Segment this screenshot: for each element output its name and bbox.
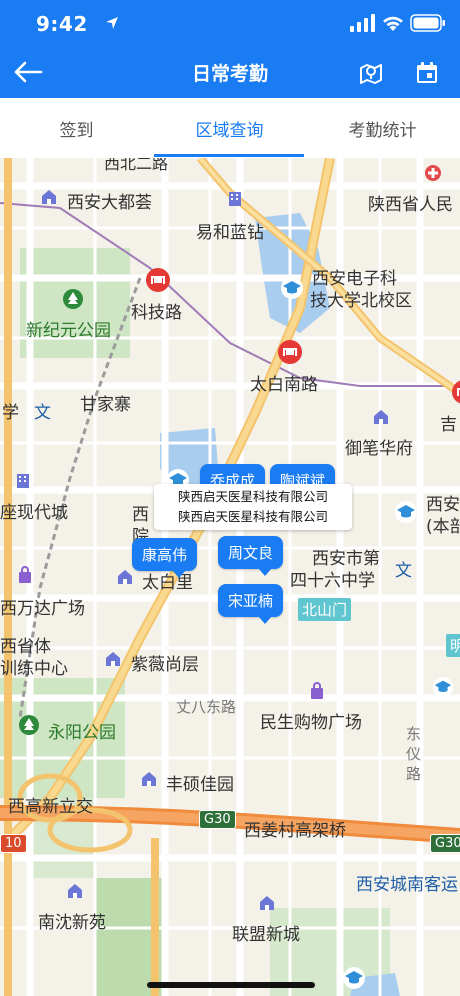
wifi-icon — [383, 16, 403, 31]
map-label: 丰硕佳园 — [166, 775, 234, 795]
tab-area-query[interactable]: 区域查询 — [153, 98, 306, 158]
map-label: 甘家寨 — [80, 395, 131, 415]
map-label: 紫薇尚层 — [131, 655, 199, 675]
metro-station-icon — [146, 268, 170, 292]
map-label: 文 — [395, 561, 412, 581]
map-label: 科技路 — [131, 303, 182, 323]
map-label: 民生购物广场 — [260, 713, 362, 733]
residence-icon — [42, 190, 56, 204]
map-label: 丈八东路 — [176, 698, 237, 716]
map-label: 学 — [2, 403, 19, 423]
map-label: 东仪路 — [406, 725, 422, 783]
employee-marker[interactable]: 宋亚楠 — [218, 584, 284, 624]
shopping-icon — [19, 566, 31, 583]
map-location-button[interactable] — [354, 56, 388, 90]
callout-company-name: 陕西启天医星科技有限公司 — [177, 509, 328, 524]
cellular-signal-icon — [350, 14, 375, 32]
map-label: 御笔华府 — [345, 439, 413, 459]
map-label: 明 — [446, 634, 460, 657]
hospital-icon — [425, 165, 441, 181]
map-label: 西安大都荟 — [67, 193, 152, 213]
map-label: 西万达广场 — [0, 599, 85, 619]
map-pin-icon — [360, 64, 382, 84]
residence-icon — [142, 772, 156, 786]
building-icon — [17, 474, 29, 488]
residence-icon — [106, 652, 120, 666]
school-icon — [432, 676, 454, 698]
map-label: 西高新立交 — [8, 797, 93, 817]
active-tab-indicator — [154, 154, 304, 157]
battery-icon — [410, 14, 445, 32]
company-callout: 陕西启天医星科技有限公司 陕西启天医星科技有限公司 — [154, 484, 352, 530]
residence-icon — [68, 884, 82, 898]
map-label: 南沈新苑 — [38, 913, 106, 933]
status-time: 9:42 — [36, 12, 88, 36]
callout-company-name: 陕西启天医星科技有限公司 — [177, 489, 328, 504]
page-title: 日常考勤 — [191, 63, 268, 85]
map-label: 训练中心 — [0, 659, 68, 679]
map-label: 技大学北校区 — [310, 291, 412, 311]
employee-marker[interactable]: 康高伟 — [132, 538, 198, 578]
map-label: 新纪元公园 — [26, 321, 111, 341]
map-label: 联盟新城 — [232, 925, 300, 945]
nav-bar: 日常考勤 — [0, 48, 460, 98]
map-label: 陕西省人民 — [368, 195, 453, 215]
map-label: 西北二路 — [104, 158, 169, 173]
home-indicator — [147, 982, 315, 988]
school-icon — [281, 277, 303, 299]
location-arrow-icon — [106, 17, 118, 29]
map-label: 文 — [34, 403, 51, 423]
residence-icon — [260, 896, 274, 910]
school-icon — [395, 501, 417, 523]
map-label: 四十六中学 — [290, 571, 375, 591]
map-label: 永阳公园 — [48, 723, 116, 743]
highway-badge: G30 — [430, 834, 460, 853]
highway-badge: 10 — [0, 834, 27, 853]
map-label: 吉 — [440, 415, 457, 435]
tab-checkin[interactable]: 签到 — [0, 98, 153, 158]
school-icon — [343, 967, 365, 989]
residence-icon — [374, 410, 388, 424]
map-label: 西安城南客运 — [356, 875, 458, 895]
map-label: (本部 — [426, 517, 460, 537]
map-label: 太白南路 — [250, 375, 318, 395]
highway-badge: G30 — [199, 810, 236, 829]
map-label: 易和蓝钻 — [196, 223, 264, 243]
segment-tabs: 签到 区域查询 考勤统计 — [0, 98, 460, 159]
shopping-icon — [311, 682, 323, 699]
status-bar: 9:42 — [0, 0, 460, 48]
employee-marker[interactable]: 周文良 — [218, 536, 284, 576]
map-label: 座现代城 — [0, 503, 68, 523]
map-label: 北山门 — [298, 598, 352, 621]
tab-attendance-stats[interactable]: 考勤统计 — [306, 98, 459, 158]
calendar-button[interactable] — [410, 56, 444, 90]
calendar-icon — [417, 62, 437, 83]
top-bar: 9:42 日常考勤 — [0, 0, 460, 98]
map-view[interactable]: 西北二路 西安大都荟 易和蓝钻 陕西省人民 西安电子科 技大学北校区 科技路 新… — [0, 158, 460, 996]
building-icon — [229, 192, 241, 206]
park-icon — [19, 715, 39, 735]
map-label: 西姜村高架桥 — [244, 821, 346, 841]
park-icon — [63, 289, 83, 309]
metro-station-icon — [278, 340, 302, 364]
residence-icon — [118, 570, 132, 584]
